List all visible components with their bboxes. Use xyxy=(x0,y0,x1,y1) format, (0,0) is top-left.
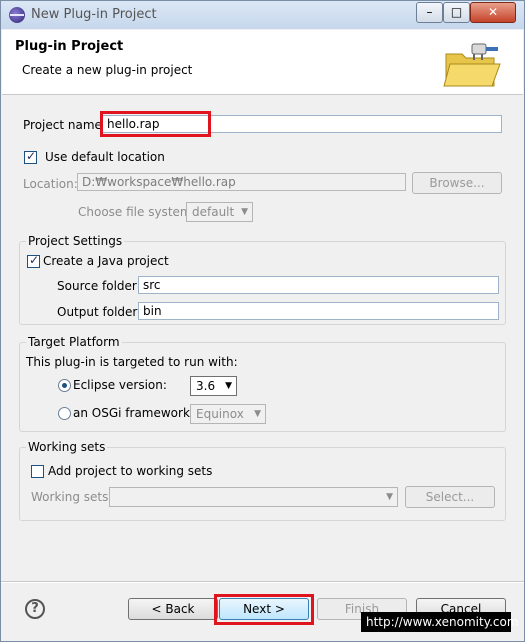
source-folder-label: Source folder: xyxy=(57,279,141,293)
osgi-framework-label: an OSGi framework: xyxy=(73,406,194,420)
eclipse-version-value: 3.6 xyxy=(196,379,216,393)
working-sets-label: Working sets: xyxy=(31,490,113,504)
working-sets-group xyxy=(19,447,506,521)
add-to-working-sets-label: Add project to working sets xyxy=(48,464,213,478)
page-description: Create a new plug-in project xyxy=(22,63,193,77)
wizard-header: Plug-in Project Create a new plug-in pro… xyxy=(2,30,523,95)
osgi-framework-select[interactable]: Equinox ▼ xyxy=(190,404,266,424)
checkmark-icon: ✓ xyxy=(29,253,40,267)
file-system-value: default xyxy=(192,205,235,219)
file-system-select[interactable]: default ▼ xyxy=(186,202,253,222)
close-icon: ✕ xyxy=(487,5,499,19)
highlight-project-name xyxy=(100,111,211,137)
eclipse-version-select[interactable]: 3.6 ▼ xyxy=(190,376,237,396)
location-field[interactable] xyxy=(77,173,406,191)
plugin-folder-icon xyxy=(443,43,501,87)
output-folder-label: Output folder: xyxy=(57,305,142,319)
file-system-label: Choose file system: xyxy=(78,205,196,219)
minimize-icon: – xyxy=(426,5,433,19)
window-title: New Plug-in Project xyxy=(31,7,157,22)
help-icon[interactable]: ? xyxy=(25,599,45,619)
maximize-button[interactable]: □ xyxy=(443,2,470,23)
title-bar[interactable]: New Plug-in Project – □ ✕ xyxy=(1,1,524,29)
target-platform-title: Target Platform xyxy=(26,335,122,349)
radio-selected-dot xyxy=(62,383,67,388)
chevron-down-icon: ▼ xyxy=(254,409,261,419)
eclipse-icon xyxy=(9,7,25,23)
chevron-down-icon: ▼ xyxy=(241,207,248,217)
select-working-sets-button[interactable]: Select... xyxy=(405,486,495,508)
target-platform-intro: This plug-in is targeted to run with: xyxy=(26,355,238,369)
output-folder-field[interactable] xyxy=(138,302,499,320)
eclipse-version-radio[interactable] xyxy=(58,379,71,392)
working-sets-select[interactable]: ▼ xyxy=(109,487,398,507)
page-title: Plug-in Project xyxy=(15,39,124,54)
osgi-framework-radio[interactable] xyxy=(58,407,71,420)
chevron-down-icon: ▼ xyxy=(225,381,232,391)
eclipse-version-label: Eclipse version: xyxy=(73,378,167,392)
browse-button[interactable]: Browse... xyxy=(412,172,502,194)
use-default-location-checkbox[interactable]: ✓ xyxy=(24,149,37,164)
checkmark-icon: ✓ xyxy=(26,149,37,163)
source-folder-field[interactable] xyxy=(138,276,499,294)
add-to-working-sets-checkbox[interactable] xyxy=(31,465,44,478)
project-name-label: Project name: xyxy=(23,118,106,132)
project-settings-title: Project Settings xyxy=(26,234,125,248)
working-sets-title: Working sets xyxy=(26,440,108,454)
osgi-framework-value: Equinox xyxy=(196,407,244,421)
use-default-location-label: Use default location xyxy=(45,150,165,164)
new-plugin-project-dialog: New Plug-in Project – □ ✕ Plug-in Projec… xyxy=(0,0,525,642)
minimize-button[interactable]: – xyxy=(416,2,443,23)
watermark: http://www.xenomity.com xyxy=(361,612,519,632)
highlight-next xyxy=(214,594,314,625)
location-label: Location: xyxy=(23,177,78,191)
create-java-project-label: Create a Java project xyxy=(43,254,169,268)
maximize-icon: □ xyxy=(450,5,463,19)
chevron-down-icon: ▼ xyxy=(386,492,393,502)
back-button[interactable]: < Back xyxy=(128,598,218,620)
close-button[interactable]: ✕ xyxy=(470,2,516,23)
create-java-project-checkbox[interactable]: ✓ xyxy=(27,253,40,268)
footer-separator xyxy=(1,581,524,583)
